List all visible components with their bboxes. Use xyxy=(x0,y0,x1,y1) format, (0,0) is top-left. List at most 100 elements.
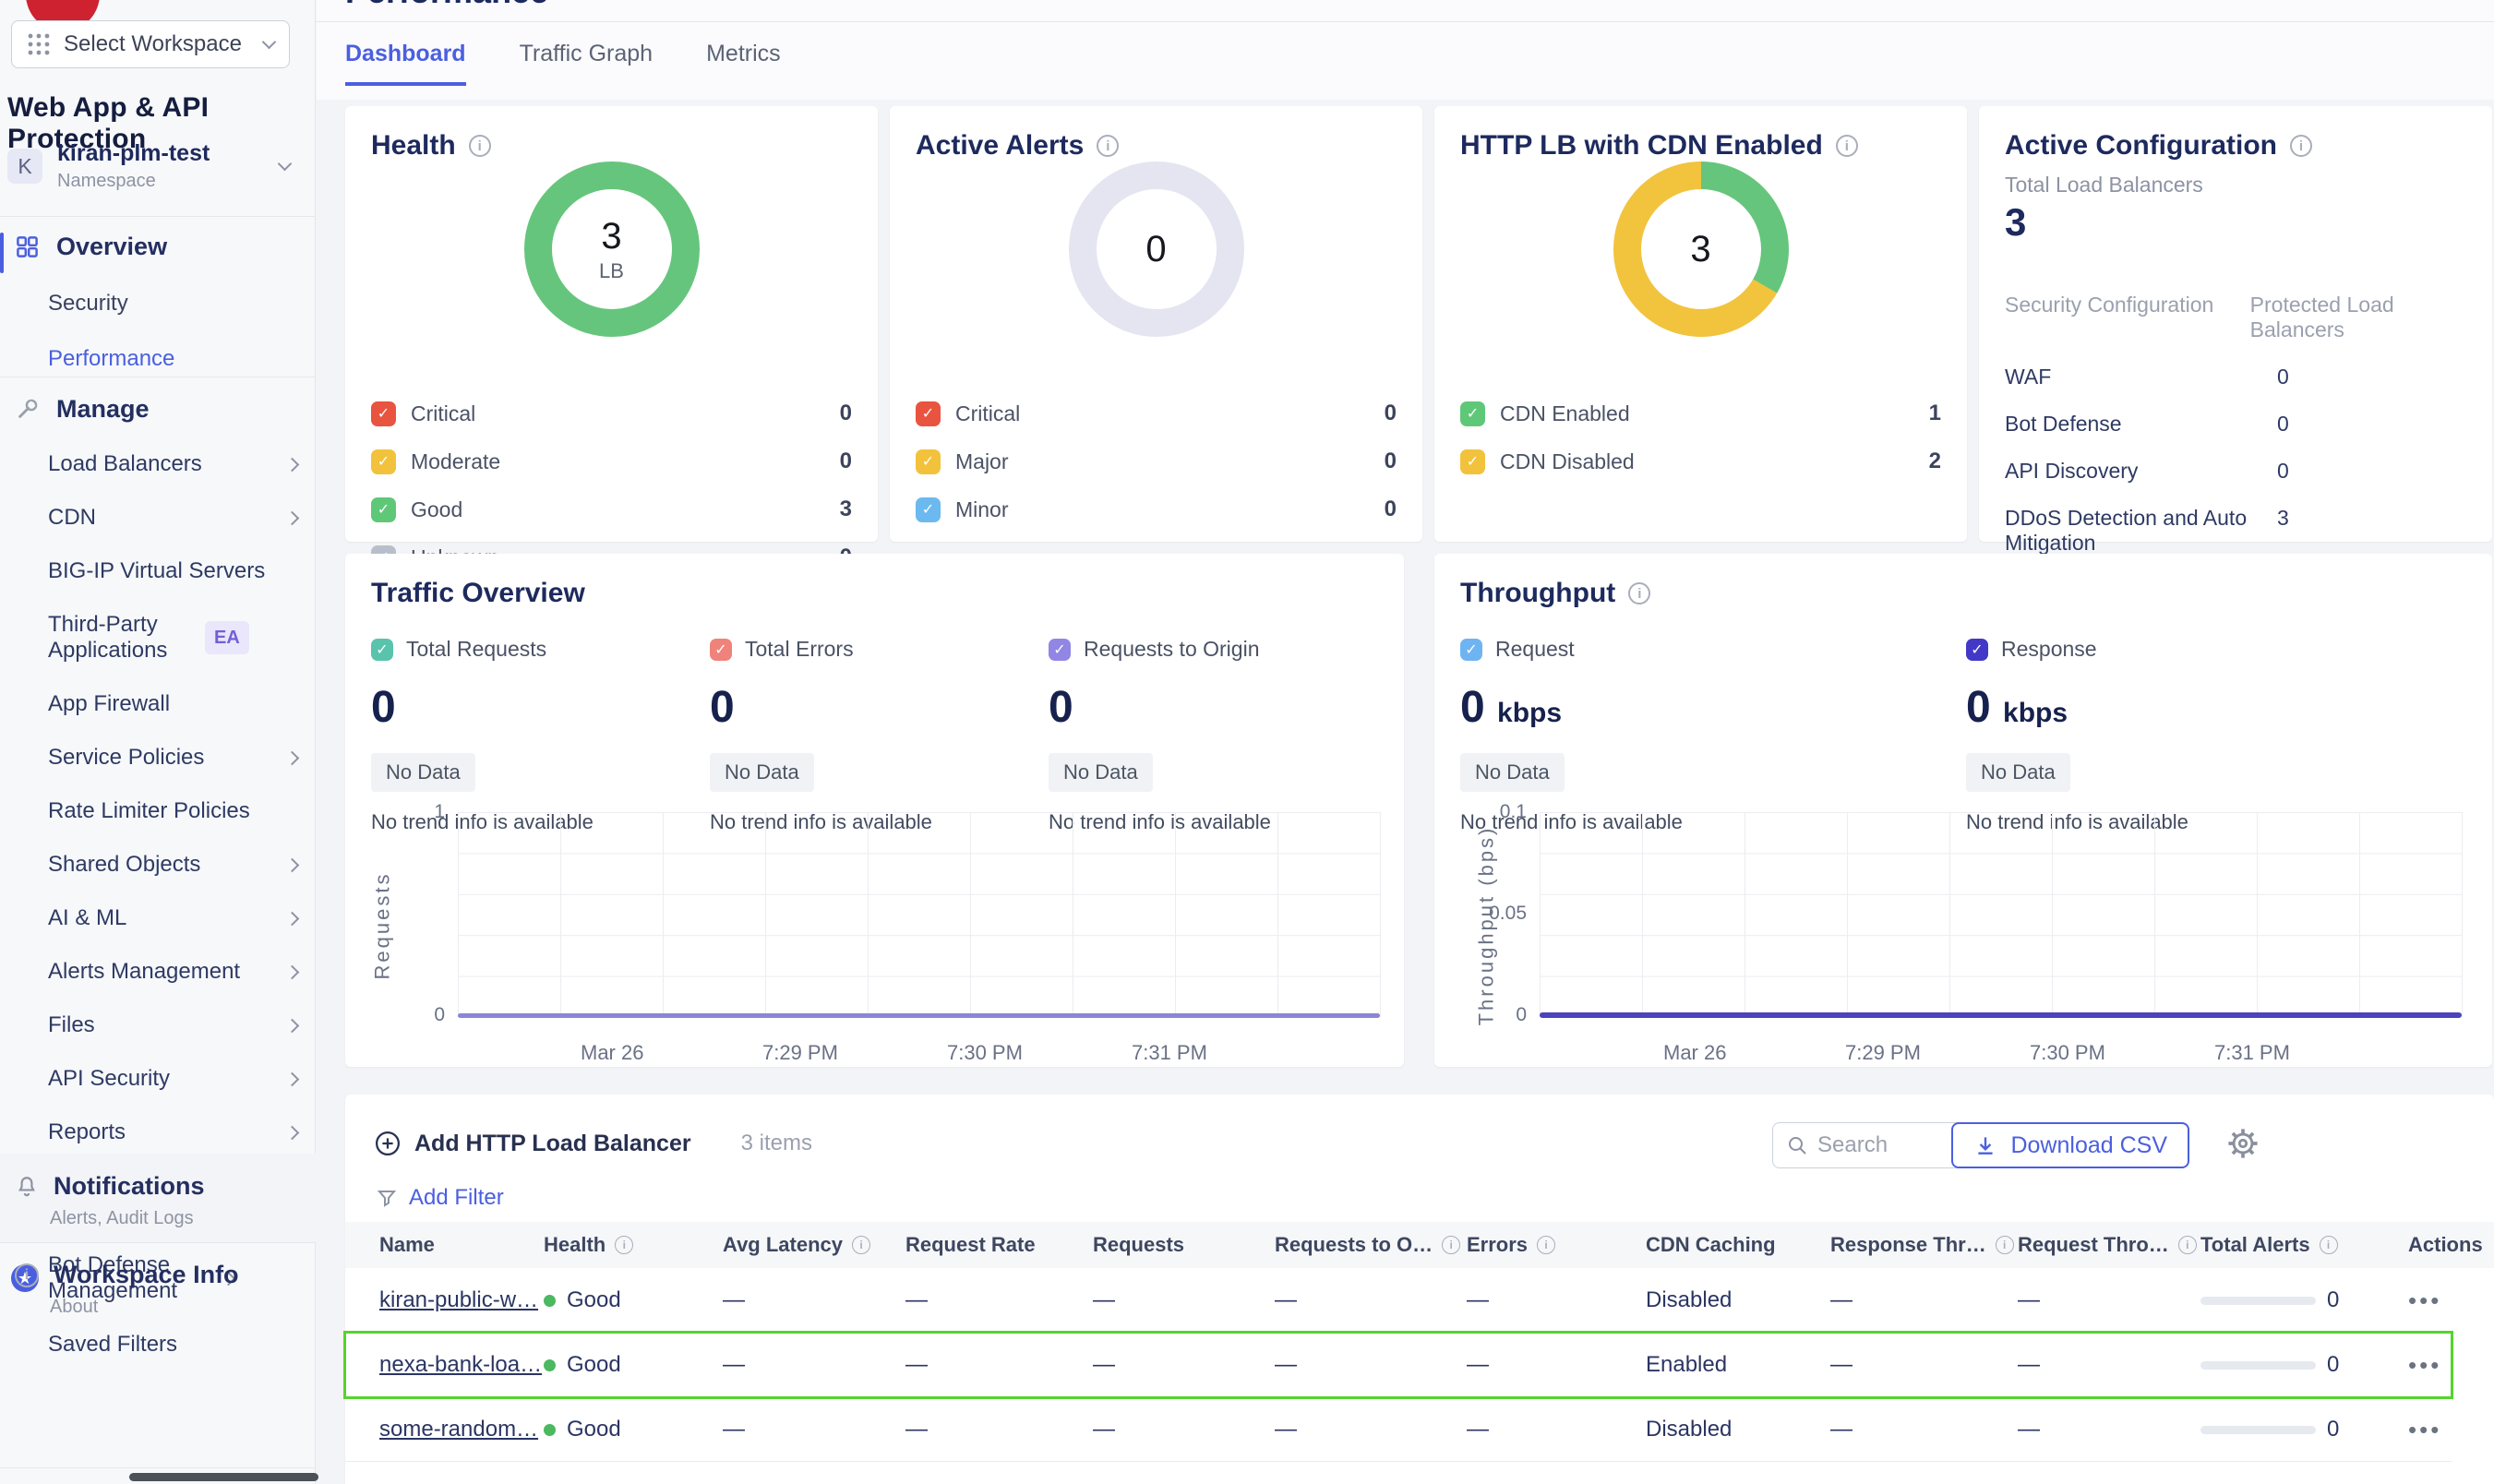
notifications-sublabel: Alerts, Audit Logs xyxy=(0,1208,316,1229)
security-config-table: Security ConfigurationProtected Load Bal… xyxy=(2005,270,2470,556)
col-requests[interactable]: Requests xyxy=(1093,1222,1275,1268)
legend-row: ✓Major0 xyxy=(916,449,1397,474)
active-alerts-card: Active Alertsi 0 ✓Critical0 ✓Major0 ✓Min… xyxy=(890,106,1422,542)
tab-dashboard[interactable]: Dashboard xyxy=(345,41,466,86)
row-actions-menu[interactable]: ••• xyxy=(2408,1416,2441,1444)
sidebar-item-cdn[interactable]: CDN xyxy=(0,505,316,531)
total-errors-checkbox[interactable]: ✓ xyxy=(710,639,732,661)
table-settings-button[interactable] xyxy=(2227,1128,2259,1159)
info-icon[interactable]: i xyxy=(2290,135,2312,157)
major-checkbox[interactable]: ✓ xyxy=(916,449,941,474)
lb-name-link[interactable]: some-random… xyxy=(379,1417,538,1442)
cdn-enabled-checkbox[interactable]: ✓ xyxy=(1460,401,1485,426)
legend-row: ✓Good3 xyxy=(371,497,852,522)
add-http-lb-button[interactable]: Add HTTP Load Balancer xyxy=(374,1130,691,1157)
sidebar-item-api-security[interactable]: API Security xyxy=(0,1066,316,1092)
sidebar-item-ai-ml[interactable]: AI & ML xyxy=(0,905,316,931)
col-requests-to-origin[interactable]: Requests to O…i xyxy=(1275,1222,1467,1268)
search-input[interactable] xyxy=(1817,1132,1956,1158)
info-icon[interactable]: i xyxy=(1628,582,1650,604)
sidebar-item-files[interactable]: Files xyxy=(0,1012,316,1038)
security-config-col: Security Configuration xyxy=(2005,293,2250,342)
sidebar-item-security[interactable]: Security xyxy=(0,291,316,317)
workspace-selector[interactable]: Select Workspace xyxy=(11,20,290,68)
info-icon[interactable]: i xyxy=(2320,1236,2338,1254)
add-filter-button[interactable]: Add Filter xyxy=(376,1185,504,1211)
col-request-throughput[interactable]: Request Thro…i xyxy=(2018,1222,2200,1268)
sidebar-item-performance[interactable]: Performance xyxy=(0,346,316,372)
col-total-alerts[interactable]: Total Alertsi xyxy=(2200,1222,2408,1268)
response-checkbox[interactable]: ✓ xyxy=(1966,639,1988,661)
row-actions-menu[interactable]: ••• xyxy=(2408,1287,2441,1315)
good-checkbox[interactable]: ✓ xyxy=(371,497,396,522)
chevron-right-icon xyxy=(285,1018,300,1033)
health-donut-chart: 3 LB xyxy=(524,162,700,337)
sidebar-item-reports[interactable]: Reports xyxy=(0,1119,316,1145)
tab-bar: Dashboard Traffic Graph Metrics xyxy=(345,41,781,86)
bell-icon xyxy=(15,1175,39,1199)
lb-name-link[interactable]: nexa-bank-loa… xyxy=(379,1352,542,1378)
search-icon xyxy=(1786,1134,1808,1156)
col-request-rate[interactable]: Request Rate xyxy=(905,1222,1093,1268)
lb-name-link[interactable]: kiran-public-w… xyxy=(379,1287,538,1313)
tab-metrics[interactable]: Metrics xyxy=(706,41,781,86)
total-requests-checkbox[interactable]: ✓ xyxy=(371,639,393,661)
download-csv-button[interactable]: Download CSV xyxy=(1951,1122,2189,1168)
requests-to-origin-value: 0 xyxy=(1049,682,1271,733)
legend-row: ✓Critical0 xyxy=(371,401,852,426)
col-name[interactable]: Name xyxy=(379,1222,544,1268)
info-icon[interactable]: i xyxy=(1996,1236,2014,1254)
page-header: Performance Dashboard Traffic Graph Metr… xyxy=(317,0,2494,100)
info-icon[interactable]: i xyxy=(1836,135,1858,157)
info-icon[interactable]: i xyxy=(469,135,491,157)
info-icon[interactable]: i xyxy=(1097,135,1119,157)
info-icon[interactable]: i xyxy=(615,1236,633,1254)
no-data-badge: No Data xyxy=(1460,753,1565,792)
minor-checkbox[interactable]: ✓ xyxy=(916,497,941,522)
throughput-title: Throughput xyxy=(1460,578,1615,609)
row-actions-menu[interactable]: ••• xyxy=(2408,1351,2441,1380)
config-row: DDoS Detection and Auto Mitigation3 xyxy=(2005,506,2470,556)
info-icon[interactable]: i xyxy=(852,1236,870,1254)
sidebar-item-service-policies[interactable]: Service Policies xyxy=(0,745,316,771)
notifications-section[interactable]: Notifications Alerts, Audit Logs xyxy=(0,1154,316,1242)
sidebar-item-overview[interactable]: Overview xyxy=(0,233,316,261)
info-icon[interactable]: i xyxy=(2178,1236,2197,1254)
requests-to-origin-checkbox[interactable]: ✓ xyxy=(1049,639,1071,661)
col-errors[interactable]: Errorsi xyxy=(1467,1222,1646,1268)
sidebar-item-shared-objects[interactable]: Shared Objects xyxy=(0,852,316,878)
namespace-selector[interactable]: K kiran-plm-test Namespace xyxy=(7,140,303,192)
items-count: 3 items xyxy=(741,1131,812,1156)
sidebar-item-load-balancers[interactable]: Load Balancers xyxy=(0,451,316,477)
sidebar-item-alerts-management[interactable]: Alerts Management xyxy=(0,959,316,985)
sidebar: Select Workspace Web App & API Protectio… xyxy=(0,0,316,1484)
sidebar-item-bigip-virtual-servers[interactable]: BIG-IP Virtual Servers xyxy=(0,558,316,584)
col-response-throughput[interactable]: Response Thr…i xyxy=(1830,1222,2018,1268)
plot-area xyxy=(1540,812,2463,1017)
col-avg-latency[interactable]: Avg Latencyi xyxy=(723,1222,905,1268)
workspace-info-section[interactable]: i Workspace Info About xyxy=(0,1242,316,1334)
cdn-disabled-checkbox[interactable]: ✓ xyxy=(1460,449,1485,474)
info-icon[interactable]: i xyxy=(1442,1236,1460,1254)
legend-row: ✓Critical0 xyxy=(916,401,1397,426)
sidebar-item-rate-limiter-policies[interactable]: Rate Limiter Policies xyxy=(0,798,316,824)
manage-header: Manage xyxy=(0,395,316,424)
legend-row: ✓CDN Enabled1 xyxy=(1460,401,1941,426)
sidebar-item-app-firewall[interactable]: App Firewall xyxy=(0,691,316,717)
no-data-badge: No Data xyxy=(1966,753,2070,792)
request-checkbox[interactable]: ✓ xyxy=(1460,639,1482,661)
info-icon[interactable]: i xyxy=(1537,1236,1555,1254)
no-data-badge: No Data xyxy=(371,753,475,792)
sidebar-item-saved-filters[interactable]: Saved Filters xyxy=(0,1332,316,1358)
critical-checkbox[interactable]: ✓ xyxy=(916,401,941,426)
critical-checkbox[interactable]: ✓ xyxy=(371,401,396,426)
horizontal-scrollbar[interactable] xyxy=(129,1473,318,1481)
active-alerts-donut-value: 0 xyxy=(1145,229,1166,270)
traffic-overview-title: Traffic Overview xyxy=(371,578,585,609)
col-cdn-caching[interactable]: CDN Caching xyxy=(1646,1222,1830,1268)
tab-traffic-graph[interactable]: Traffic Graph xyxy=(520,41,653,86)
sidebar-item-third-party-applications[interactable]: Third-Party ApplicationsEA xyxy=(0,612,316,664)
health-good-dot xyxy=(544,1424,556,1436)
col-health[interactable]: Healthi xyxy=(544,1222,723,1268)
moderate-checkbox[interactable]: ✓ xyxy=(371,449,396,474)
